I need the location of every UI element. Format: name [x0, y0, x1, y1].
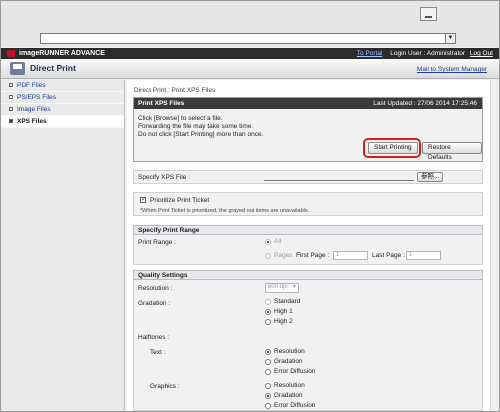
prioritize-print-ticket-label: Prioritize Print Ticket: [150, 197, 210, 204]
graphics-option-label: Gradation: [274, 392, 303, 399]
sidebar-item-label: PS/EPS Files: [17, 94, 57, 101]
gradation-label: Gradation :: [138, 300, 171, 307]
text-option-label: Gradation: [274, 358, 303, 365]
graphics-label: Graphics :: [150, 383, 180, 390]
print-range-label: Print Range :: [138, 239, 176, 246]
text-option-label: Resolution: [274, 348, 305, 355]
gradation-option-label: High 1: [274, 308, 293, 315]
gradation-standard-radio[interactable]: [265, 299, 271, 305]
print-range-section: Specify Print Range Print Range : All Pa…: [133, 225, 483, 265]
sidebar-item-xps-files[interactable]: XPS Files: [1, 116, 124, 128]
specify-file-label: Specify XPS File :: [138, 174, 191, 181]
gradation-option-label: Standard: [274, 298, 301, 305]
login-user-text: Login User : Administrator: [390, 50, 466, 57]
graphics-gradation-radio[interactable]: [265, 393, 271, 399]
address-bar[interactable]: ▼: [40, 33, 456, 44]
bullet-icon: [9, 83, 13, 87]
main-content: Direct Print : Print XPS Files Print XPS…: [127, 80, 490, 411]
print-xps-panel: Print XPS Files Last Updated : 27/06 201…: [133, 97, 483, 162]
graphics-option-label: Resolution: [274, 382, 305, 389]
quality-settings-section: Quality Settings Resolution : 600 dpi ▼ …: [133, 270, 483, 411]
file-path-field[interactable]: [264, 180, 414, 181]
specify-file-row: Specify XPS File : 参照...: [133, 170, 483, 184]
panel-title-text: Print XPS Files: [138, 100, 185, 107]
print-range-heading: Specify Print Range: [133, 225, 483, 235]
to-portal-link[interactable]: To Portal: [357, 50, 383, 57]
instruction-line: Do not click [Start Printing] more than …: [138, 131, 264, 138]
graphics-error-diffusion-radio[interactable]: [265, 403, 271, 409]
print-ticket-note: *When Print Ticket is prioritized, the g…: [140, 208, 310, 214]
brand-name: imageRUNNER ADVANCE: [19, 50, 105, 57]
range-pages-label: Pages: [274, 252, 293, 259]
direct-print-icon: [10, 62, 25, 75]
prioritize-print-ticket-checkbox[interactable]: [140, 195, 146, 203]
canon-logo-icon: [7, 50, 15, 57]
resolution-select[interactable]: 600 dpi ▼: [265, 283, 299, 293]
gradation-high2-radio[interactable]: [265, 319, 271, 325]
text-error-diffusion-radio[interactable]: [265, 369, 271, 375]
first-page-label: First Page :: [296, 252, 330, 259]
text-gradation-radio[interactable]: [265, 359, 271, 365]
logout-link[interactable]: Log Out: [470, 50, 493, 57]
start-printing-button[interactable]: Start Printing: [368, 142, 418, 154]
sidebar-item-label: Image Files: [17, 106, 51, 113]
resolution-value: 600 dpi: [268, 284, 288, 290]
bullet-icon: [9, 119, 13, 123]
resolution-label: Resolution :: [138, 285, 173, 292]
chevron-down-icon: ▼: [292, 284, 297, 290]
page-header: Direct Print Mail to System Manager: [1, 59, 499, 79]
instruction-line: Forwarding the file may take some time.: [138, 123, 254, 130]
sidebar-item-pdf-files[interactable]: PDF Files: [1, 80, 124, 92]
sidebar-item-ps-eps-files[interactable]: PS/EPS Files: [1, 92, 124, 104]
range-pages-radio[interactable]: [265, 253, 271, 259]
quality-settings-heading: Quality Settings: [133, 270, 483, 280]
graphics-resolution-radio[interactable]: [265, 383, 271, 389]
minimize-button[interactable]: [420, 7, 437, 21]
text-option-label: Error Diffusion: [274, 368, 316, 375]
halftones-label: Halftones :: [138, 334, 170, 341]
breadcrumb: Direct Print : Print XPS Files: [134, 87, 216, 94]
restore-defaults-button[interactable]: Restore Defaults: [422, 142, 482, 161]
bullet-icon: [9, 95, 13, 99]
chevron-down-icon[interactable]: ▼: [445, 34, 455, 43]
sidebar-item-image-files[interactable]: Image Files: [1, 104, 124, 116]
graphics-option-label: Error Diffusion: [274, 402, 316, 409]
last-page-input[interactable]: 1: [406, 251, 441, 260]
sidebar: PDF Files PS/EPS Files Image Files XPS F…: [1, 80, 125, 411]
first-page-input[interactable]: 1: [333, 251, 368, 260]
browse-button[interactable]: 参照...: [417, 172, 444, 182]
gradation-high1-radio[interactable]: [265, 309, 271, 315]
sidebar-item-label: XPS Files: [17, 118, 47, 125]
text-label: Text :: [150, 349, 166, 356]
panel-title: Print XPS Files Last Updated : 27/06 201…: [134, 98, 482, 109]
last-page-label: Last Page :: [372, 252, 405, 259]
app-header: imageRUNNER ADVANCE To Portal Login User…: [1, 48, 499, 59]
mail-to-system-manager-link[interactable]: Mail to System Manager: [417, 66, 487, 73]
range-all-radio[interactable]: [265, 239, 271, 245]
page-title: Direct Print: [30, 63, 76, 73]
text-resolution-radio[interactable]: [265, 349, 271, 355]
sidebar-item-label: PDF Files: [17, 82, 46, 89]
last-updated: Last Updated : 27/06 2014 17:25:46: [373, 100, 477, 107]
bullet-icon: [9, 107, 13, 111]
vertical-scrollbar[interactable]: [490, 80, 499, 411]
instruction-line: Click [Browse] to select a file.: [138, 115, 223, 122]
print-ticket-section: Prioritize Print Ticket *When Print Tick…: [133, 192, 483, 216]
range-all-label: All: [274, 238, 282, 245]
gradation-option-label: High 2: [274, 318, 293, 325]
